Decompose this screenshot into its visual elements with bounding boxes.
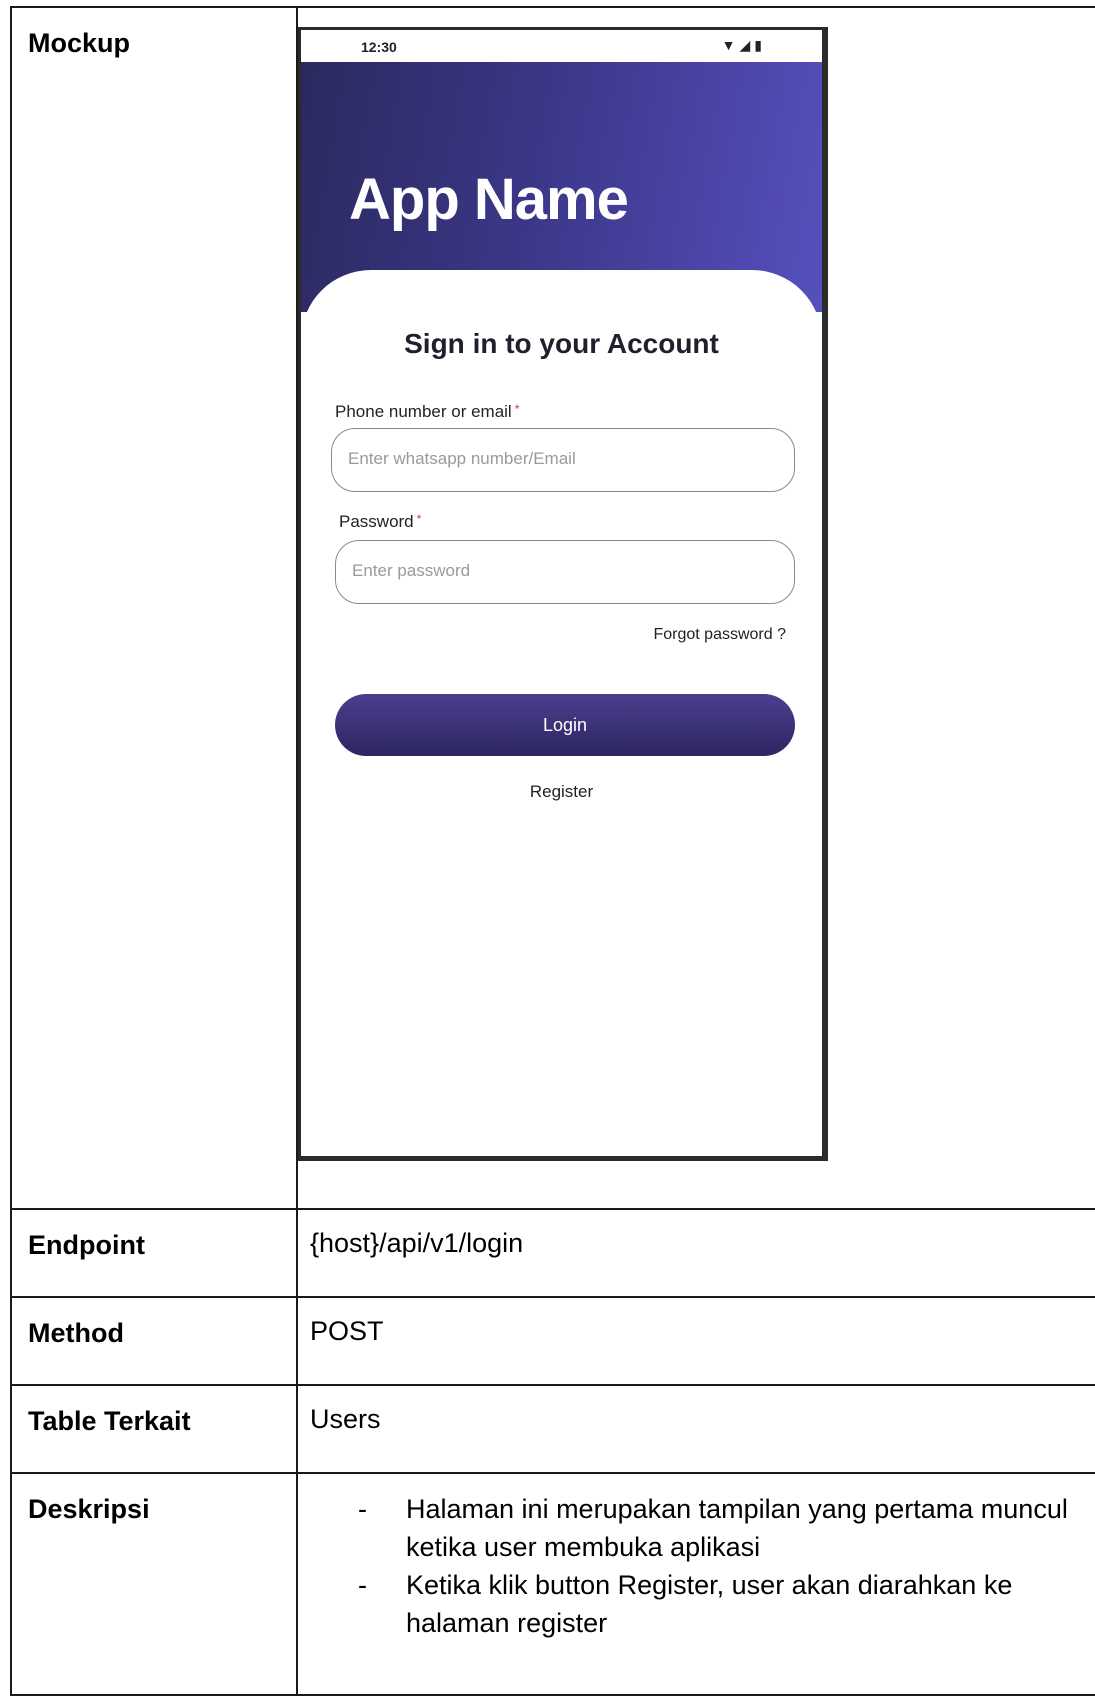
required-mark: *	[514, 402, 520, 416]
label-cell: Method	[10, 1296, 298, 1386]
row-label-description: Deskripsi	[28, 1494, 150, 1524]
value-cell: POST	[296, 1296, 1095, 1386]
phone-label: Phone number or email *	[335, 402, 519, 422]
signal-icon: ◢	[739, 37, 755, 53]
row-description: Deskripsi Halaman ini merupakan tampilan…	[10, 1472, 1095, 1696]
row-label-method: Method	[28, 1318, 124, 1348]
battery-icon: ▮	[754, 37, 766, 53]
sign-in-title: Sign in to your Account	[404, 328, 719, 359]
table-value: Users	[310, 1404, 381, 1434]
login-button[interactable]: Login	[335, 694, 795, 756]
password-label: Password *	[339, 512, 421, 532]
phone-label-text: Phone number or email	[335, 402, 512, 421]
label-cell: Endpoint	[10, 1208, 298, 1298]
value-cell: Halaman ini merupakan tampilan yang pert…	[296, 1472, 1095, 1696]
endpoint-value: {host}/api/v1/login	[310, 1228, 524, 1258]
password-input[interactable]: Enter password	[335, 540, 795, 604]
value-cell: {host}/api/v1/login	[296, 1208, 1095, 1298]
row-label-table: Table Terkait	[28, 1406, 191, 1436]
app-name: App Name	[349, 167, 629, 232]
phone-mockup: App Name 12:30 ▼◢▮ Sign in to your Accou…	[298, 27, 828, 1161]
password-label-text: Password	[339, 512, 414, 531]
status-bar: 12:30 ▼◢▮	[301, 30, 822, 62]
phone-email-placeholder: Enter whatsapp number/Email	[348, 449, 576, 468]
label-cell: Mockup	[10, 6, 298, 1210]
row-label-mockup: Mockup	[28, 28, 131, 58]
row-label-endpoint: Endpoint	[28, 1230, 145, 1260]
row-table: Table Terkait Users	[10, 1384, 1095, 1474]
register-link[interactable]: Register	[301, 782, 822, 802]
list-item: Halaman ini merupakan tampilan yang pert…	[348, 1490, 1073, 1566]
list-item: Ketika klik button Register, user akan d…	[348, 1566, 1073, 1642]
label-cell: Table Terkait	[10, 1384, 298, 1474]
status-time: 12:30	[361, 39, 397, 55]
wifi-icon: ▼	[721, 37, 740, 53]
label-cell: Deskripsi	[10, 1472, 298, 1696]
description-list: Halaman ini merupakan tampilan yang pert…	[298, 1474, 1095, 1642]
status-icons: ▼◢▮	[722, 37, 766, 54]
required-mark: *	[416, 512, 422, 526]
forgot-password-link[interactable]: Forgot password ?	[653, 626, 786, 644]
row-endpoint: Endpoint {host}/api/v1/login	[10, 1208, 1095, 1298]
value-cell: Users	[296, 1384, 1095, 1474]
phone-email-input[interactable]: Enter whatsapp number/Email	[331, 428, 795, 492]
row-method: Method POST	[10, 1296, 1095, 1386]
password-placeholder: Enter password	[352, 561, 471, 580]
method-value: POST	[310, 1316, 384, 1346]
